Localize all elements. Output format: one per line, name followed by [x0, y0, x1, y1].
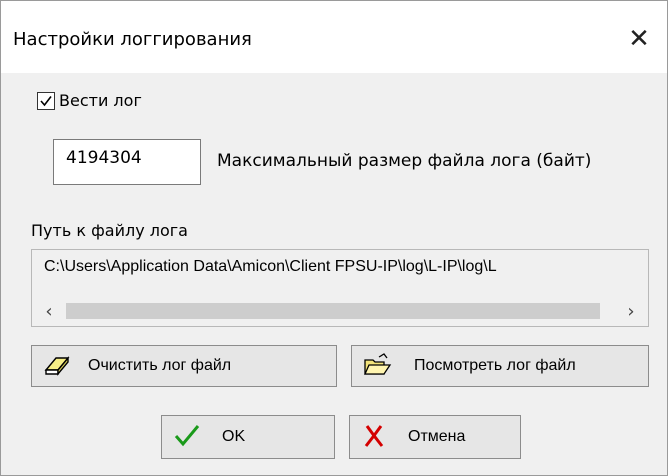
scroll-right-button[interactable]: › — [614, 296, 648, 326]
view-log-label: Посмотреть лог файл — [414, 357, 576, 374]
horizontal-scrollbar[interactable]: ‹ › — [32, 296, 648, 326]
log-path-label: Путь к файлу лога — [31, 221, 188, 240]
checkmark-icon — [174, 425, 200, 447]
clear-log-button[interactable]: Очистить лог файл — [31, 345, 337, 387]
max-size-label: Максимальный размер файла лога (байт) — [217, 151, 592, 171]
scroll-left-button[interactable]: ‹ — [32, 296, 66, 326]
open-folder-icon — [363, 353, 392, 375]
clear-log-label: Очистить лог файл — [88, 357, 232, 374]
enable-log-label: Вести лог — [59, 91, 142, 110]
enable-log-row[interactable]: Вести лог — [37, 91, 142, 110]
dialog-title: Настройки логгирования — [13, 29, 252, 50]
log-path-value: C:\Users\Application Data\Amicon\Client … — [44, 258, 497, 275]
close-button[interactable]: ✕ — [615, 15, 663, 63]
enable-log-checkbox[interactable] — [37, 91, 55, 110]
view-log-button[interactable]: Посмотреть лог файл — [351, 345, 649, 387]
ok-label: OK — [222, 428, 246, 445]
scroll-thumb[interactable] — [66, 303, 600, 319]
cancel-label: Отмена — [408, 428, 466, 445]
red-x-icon — [364, 425, 384, 447]
log-path-field[interactable]: C:\Users\Application Data\Amicon\Client … — [31, 249, 649, 327]
chevron-right-icon: › — [627, 300, 635, 322]
close-icon: ✕ — [628, 24, 650, 54]
title-bar: Настройки логгирования ✕ — [1, 1, 667, 73]
eraser-icon — [44, 356, 70, 376]
logging-settings-dialog: Настройки логгирования ✕ Вести лог 41943… — [0, 0, 668, 476]
chevron-left-icon: ‹ — [45, 300, 53, 322]
ok-button[interactable]: OK — [161, 415, 335, 459]
checkmark-icon — [40, 95, 52, 106]
max-size-input[interactable]: 4194304 — [53, 139, 201, 185]
cancel-button[interactable]: Отмена — [349, 415, 521, 459]
